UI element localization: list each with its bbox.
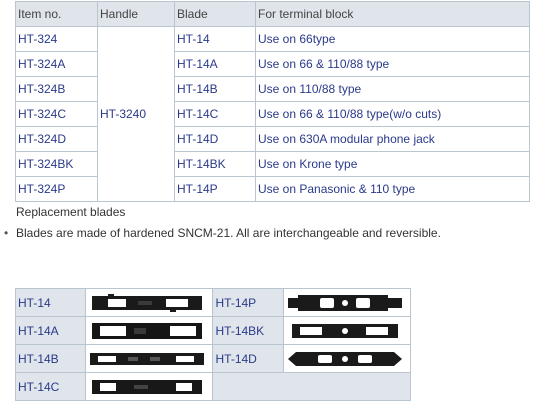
header-handle: Handle xyxy=(97,1,175,27)
spec-table-header-row: Item no. Handle Blade For terminal block xyxy=(15,1,530,27)
blade-label: HT-14A xyxy=(14,316,87,345)
bullet-icon: • xyxy=(4,226,9,240)
terminal-use-cell: Use on 66 & 110/88 type(w/o cuts) xyxy=(255,101,530,127)
terminal-use-cell: Use on Panasonic & 110 type xyxy=(255,176,530,202)
blade-table: HT-14 HT-14P HT-14A HT-14BK HT-14B HT-14… xyxy=(14,288,412,401)
table-row: HT-324BK HT-14BK Use on Krone type xyxy=(15,151,530,177)
blade-cell: HT-14P xyxy=(174,176,256,202)
item-no-cell: HT-324 xyxy=(15,26,98,52)
blade-row: HT-14B HT-14D xyxy=(14,344,412,373)
table-row: HT-324C HT-14C Use on 66 & 110/88 type(w… xyxy=(15,101,530,127)
handle-cell: HT-3240 xyxy=(97,26,175,202)
header-terminal-block: For terminal block xyxy=(255,1,530,27)
item-no-cell: HT-324C xyxy=(15,101,98,127)
item-no-cell: HT-324D xyxy=(15,126,98,152)
item-no-cell: HT-324P xyxy=(15,176,98,202)
blade-cell: HT-14C xyxy=(174,101,256,127)
material-note: • Blades are made of hardened SNCM-21. Al… xyxy=(4,226,441,240)
blade-cell: HT-14A xyxy=(174,51,256,77)
blade-label: HT-14D xyxy=(212,344,284,373)
table-row: HT-324D HT-14D Use on 630A modular phone… xyxy=(15,126,530,152)
blade-image-ht14c xyxy=(85,372,214,401)
blade-label: HT-14C xyxy=(14,372,87,401)
blade-image-ht14bk xyxy=(282,316,412,345)
blade-image-ht14a xyxy=(85,316,214,345)
item-no-cell: HT-324B xyxy=(15,76,98,102)
blade-image-ht14p xyxy=(282,288,412,317)
blade-cell: HT-14 xyxy=(174,26,256,52)
blade-image-ht14d xyxy=(282,344,412,373)
blade-row: HT-14 HT-14P xyxy=(14,288,412,317)
blade-label: HT-14BK xyxy=(212,316,284,345)
replacement-blades-note: Replacement blades xyxy=(16,205,126,219)
material-note-text: Blades are made of hardened SNCM-21. All… xyxy=(16,226,441,240)
blade-label: HT-14 xyxy=(14,288,87,317)
blade-image-ht14 xyxy=(85,288,214,317)
table-row: HT-324A HT-14A Use on 66 & 110/88 type xyxy=(15,51,530,77)
terminal-use-cell: Use on 66type xyxy=(255,26,530,52)
terminal-use-cell: Use on 630A modular phone jack xyxy=(255,126,530,152)
spec-table: Item no. Handle Blade For terminal block… xyxy=(15,1,530,202)
header-blade: Blade xyxy=(174,1,256,27)
header-item-no: Item no. xyxy=(15,1,98,27)
table-row: HT-324P HT-14P Use on Panasonic & 110 ty… xyxy=(15,176,530,202)
blade-cell: HT-14B xyxy=(174,76,256,102)
terminal-use-cell: Use on 110/88 type xyxy=(255,76,530,102)
blade-label: HT-14B xyxy=(14,344,87,373)
item-no-cell: HT-324BK xyxy=(15,151,98,177)
blade-row: HT-14A HT-14BK xyxy=(14,316,412,345)
terminal-use-cell: Use on 66 & 110/88 type xyxy=(255,51,530,77)
item-no-cell: HT-324A xyxy=(15,51,98,77)
blade-row: HT-14C xyxy=(14,372,411,401)
blade-image-ht14b xyxy=(85,344,214,373)
blade-cell: HT-14D xyxy=(174,126,256,152)
blade-cell: HT-14BK xyxy=(174,151,256,177)
table-row: HT-324 HT-3240 HT-14 Use on 66type xyxy=(15,26,530,202)
blade-label: HT-14P xyxy=(212,288,284,317)
terminal-use-cell: Use on Krone type xyxy=(255,151,530,177)
table-row: HT-324B HT-14B Use on 110/88 type xyxy=(15,76,530,102)
empty-cell xyxy=(212,372,411,401)
